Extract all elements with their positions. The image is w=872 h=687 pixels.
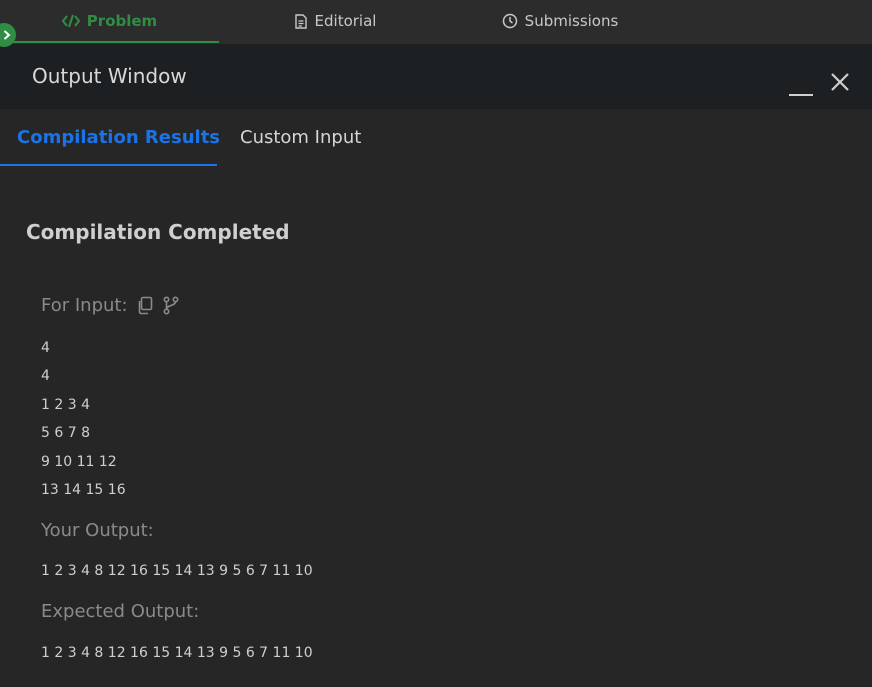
compilation-status: Compilation Completed: [26, 220, 290, 244]
fork-button[interactable]: [162, 296, 180, 315]
tab-submissions-label: Submissions: [524, 12, 619, 30]
your-output-value: 1 2 3 4 8 12 16 15 14 13 9 5 6 7 11 10: [41, 563, 313, 579]
input-line: 13 14 15 16: [41, 482, 126, 498]
close-icon: [831, 73, 849, 91]
input-line: 4: [41, 368, 50, 384]
active-result-tab-indicator: [0, 164, 217, 166]
tab-compilation-results-label: Compilation Results: [17, 126, 221, 148]
expected-output-label: Expected Output:: [41, 601, 200, 622]
tab-editorial[interactable]: Editorial: [270, 0, 400, 42]
chevron-right-icon: [3, 30, 11, 40]
output-window-header: Output Window: [0, 44, 872, 109]
branch-icon: [163, 296, 179, 315]
expected-output-value: 1 2 3 4 8 12 16 15 14 13 9 5 6 7 11 10: [41, 645, 313, 661]
minimize-button[interactable]: [789, 86, 813, 96]
minimize-icon: [789, 94, 813, 96]
close-button[interactable]: [828, 70, 852, 94]
input-line: 9 10 11 12: [41, 454, 117, 470]
code-icon: [61, 14, 80, 28]
clock-icon: [502, 13, 517, 29]
problem-tab-bar: Problem Editorial Submissions: [0, 0, 872, 44]
tab-editorial-label: Editorial: [314, 12, 377, 30]
tab-submissions[interactable]: Submissions: [480, 0, 640, 42]
tab-custom-input[interactable]: Custom Input: [240, 109, 361, 165]
tab-custom-input-label: Custom Input: [240, 126, 362, 148]
for-input-label: For Input:: [41, 295, 128, 316]
tab-problem[interactable]: Problem: [0, 0, 219, 42]
result-tab-bar: Compilation Results Custom Input: [0, 109, 872, 167]
copy-button[interactable]: [136, 296, 154, 315]
document-icon: [294, 13, 307, 29]
window-title: Output Window: [32, 64, 187, 88]
tab-compilation-results[interactable]: Compilation Results: [17, 109, 220, 165]
active-tab-indicator: [0, 41, 219, 43]
for-input-row: For Input:: [41, 295, 180, 316]
your-output-label: Your Output:: [41, 520, 154, 541]
input-line: 5 6 7 8: [41, 425, 90, 441]
input-line: 1 2 3 4: [41, 397, 90, 413]
copy-icon: [138, 296, 152, 315]
tab-problem-label: Problem: [86, 12, 158, 30]
input-line: 4: [41, 340, 50, 356]
